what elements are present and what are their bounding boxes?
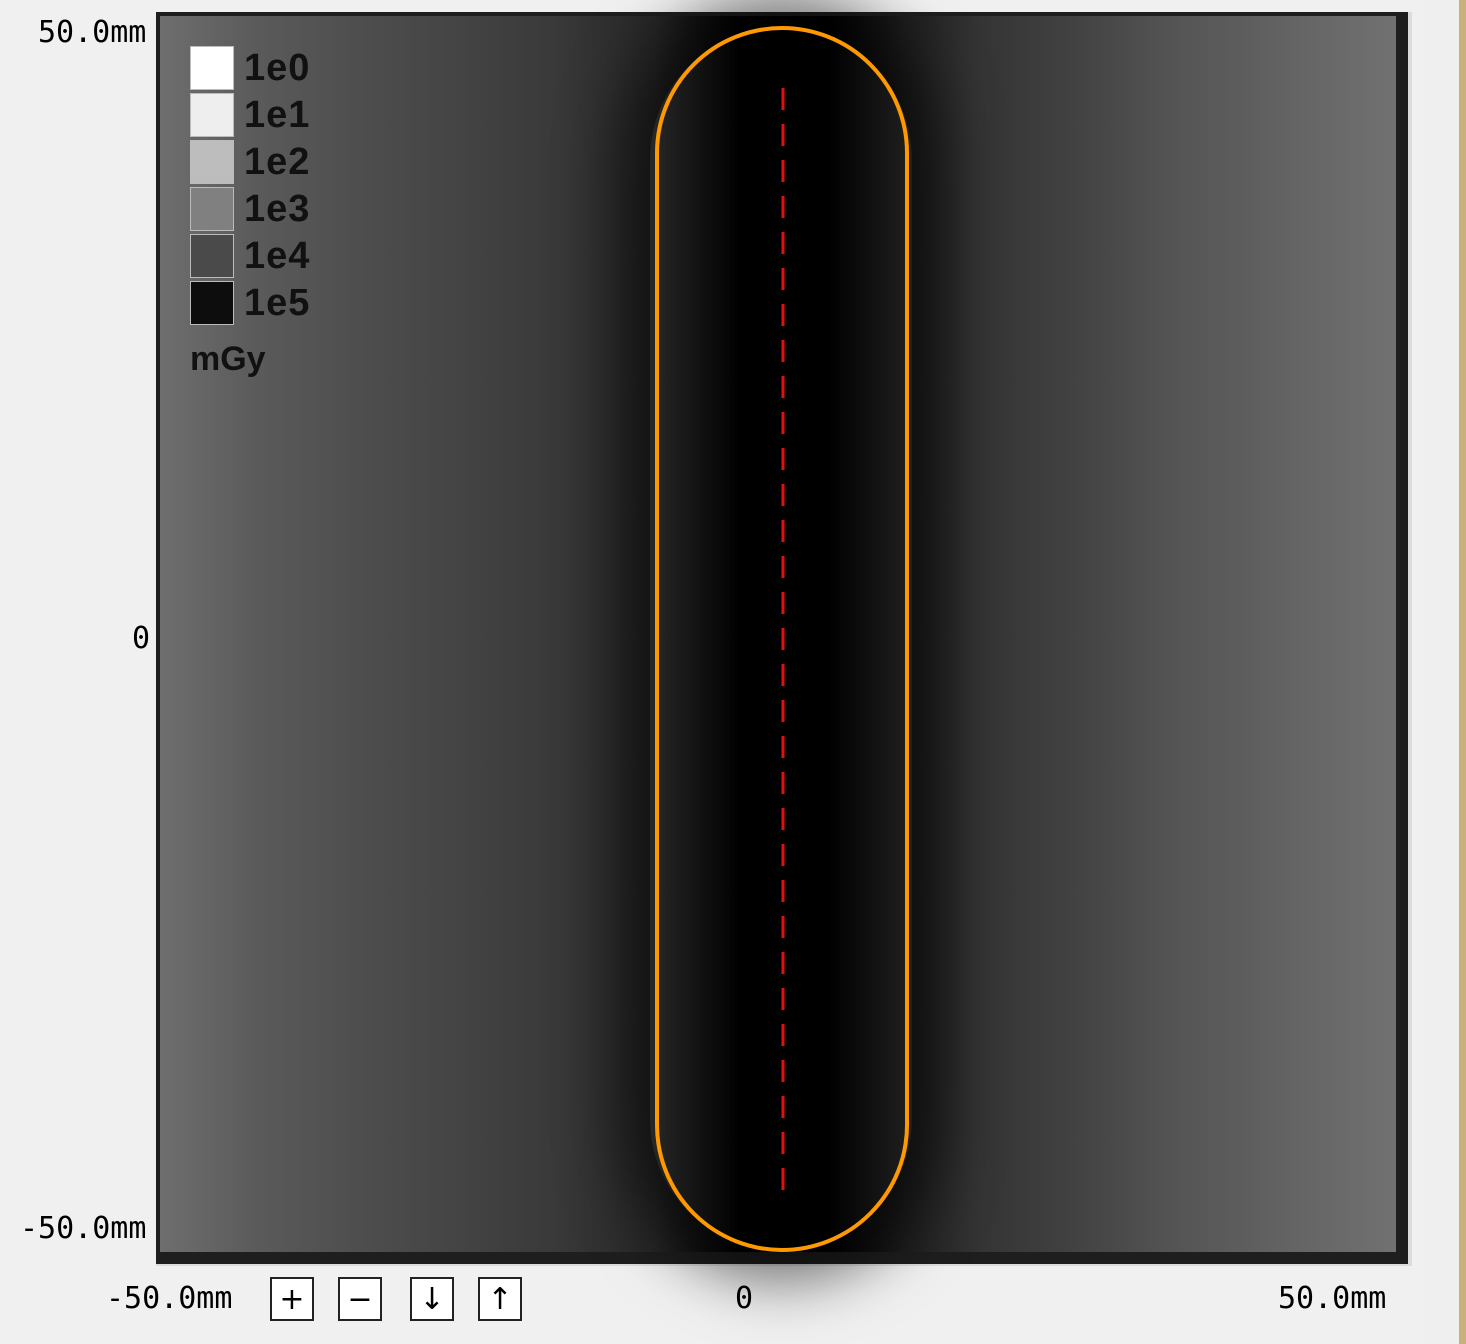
legend-swatch xyxy=(190,140,234,184)
x-axis-max-label: 50.0mm xyxy=(1278,1281,1387,1316)
legend-swatch xyxy=(190,281,234,325)
legend-label: 1e4 xyxy=(244,234,311,277)
legend-label: 1e3 xyxy=(244,187,311,230)
legend-label: 1e1 xyxy=(244,93,311,136)
legend-item: 1e5 xyxy=(190,281,310,325)
arrow-down-button[interactable]: ↓ xyxy=(410,1277,454,1321)
legend-label: 1e0 xyxy=(244,46,311,89)
x-axis-min-label: -50.0mm xyxy=(106,1281,233,1316)
zoom-out-button[interactable]: − xyxy=(338,1277,382,1321)
legend-swatch xyxy=(190,187,234,231)
legend-label: 1e5 xyxy=(244,281,311,324)
legend-swatch xyxy=(190,234,234,278)
legend-item: 1e0 xyxy=(190,46,310,90)
zoom-in-button[interactable]: + xyxy=(270,1277,314,1321)
legend-item: 1e1 xyxy=(190,93,310,137)
legend-unit: mGy xyxy=(190,340,266,378)
y-axis-min-label: -50.0mm xyxy=(20,1211,147,1246)
y-axis-max-label: 50.0mm xyxy=(38,15,147,50)
x-axis-zero-label: 0 xyxy=(735,1281,754,1316)
legend-item: 1e2 xyxy=(190,140,310,184)
legend-item: 1e4 xyxy=(190,234,310,278)
legend-swatch xyxy=(190,46,234,90)
y-axis-zero-label: 0 xyxy=(132,621,151,656)
legend-item: 1e3 xyxy=(190,187,310,231)
arrow-up-button[interactable]: ↑ xyxy=(478,1277,522,1321)
legend-swatch xyxy=(190,93,234,137)
legend-label: 1e2 xyxy=(244,140,311,183)
